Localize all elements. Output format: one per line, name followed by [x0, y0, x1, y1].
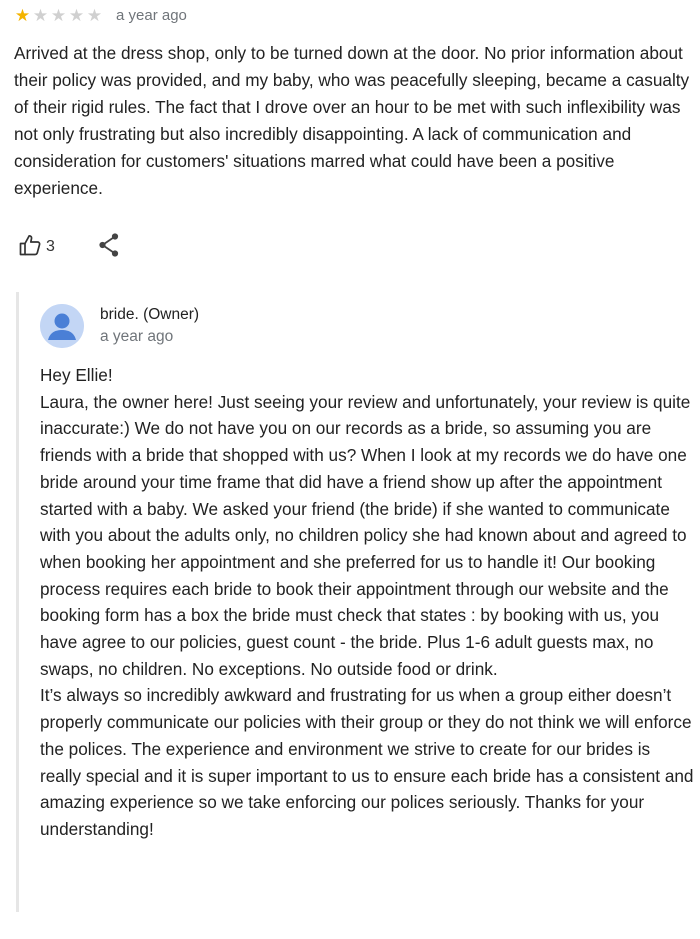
star-icon: ★ [14, 5, 31, 25]
star-icon: ★ [50, 5, 67, 25]
reply-paragraph: Laura, the owner here! Just seeing your … [40, 391, 691, 679]
like-count: 3 [46, 238, 55, 255]
star-rating: ★ ★ ★ ★ ★ [14, 7, 104, 24]
like-button[interactable]: 3 [18, 233, 55, 262]
owner-reply-timestamp: a year ago [100, 328, 174, 345]
person-icon [40, 304, 84, 348]
star-icon: ★ [32, 5, 49, 25]
owner-reply-text: Hey Ellie! Laura, the owner here! Just s… [40, 362, 695, 843]
owner-name: bride. (Owner) [100, 306, 200, 323]
share-icon [97, 232, 121, 263]
owner-reply: bride. (Owner) a year ago Hey Ellie! Lau… [16, 292, 700, 912]
review-timestamp: a year ago [116, 6, 187, 24]
star-icon: ★ [68, 5, 85, 25]
share-button[interactable] [97, 232, 121, 263]
star-icon: ★ [86, 5, 103, 25]
reply-paragraph: It’s always so incredibly awkward and fr… [40, 685, 694, 839]
review-rating-row: ★ ★ ★ ★ ★ a year ago [14, 4, 187, 26]
review-actions: 3 [18, 232, 121, 262]
review-text: Arrived at the dress shop, only to be tu… [14, 43, 690, 198]
reply-paragraph: Hey Ellie! [40, 365, 113, 385]
thumbs-up-icon [18, 233, 42, 262]
